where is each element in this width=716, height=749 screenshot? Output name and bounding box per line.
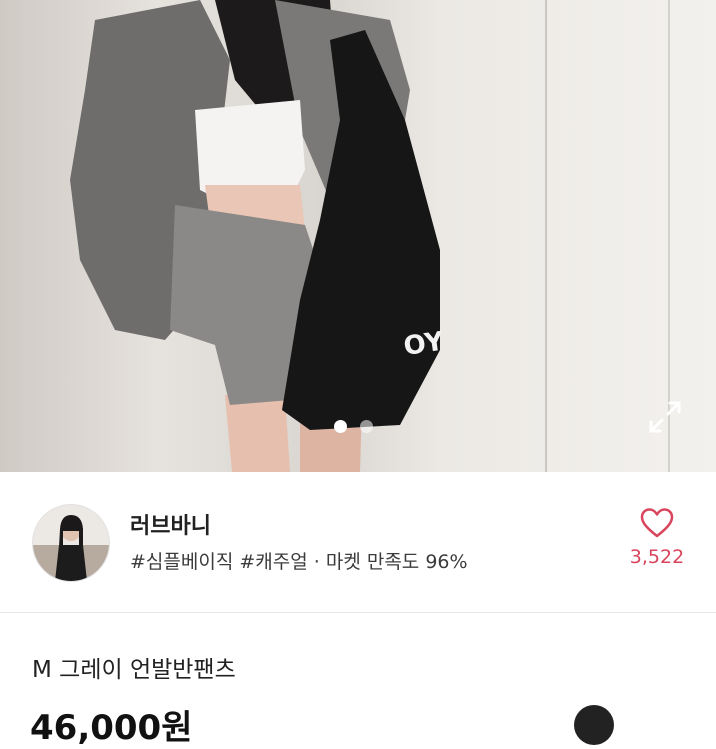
expand-icon bbox=[649, 401, 681, 433]
product-price: 46,000원 bbox=[30, 708, 193, 748]
svg-text:OY: OY bbox=[402, 326, 447, 361]
expand-button[interactable] bbox=[646, 398, 684, 436]
carousel-dot-active[interactable] bbox=[334, 420, 347, 433]
heart-outline-icon bbox=[640, 508, 674, 538]
like-button[interactable]: 3,522 bbox=[622, 508, 692, 568]
floating-action-button[interactable] bbox=[574, 705, 614, 745]
model-illustration: OY bbox=[70, 0, 447, 472]
avatar-image bbox=[33, 505, 109, 581]
like-count: 3,522 bbox=[629, 546, 685, 568]
seller-name[interactable]: 러브바니 bbox=[130, 508, 211, 540]
product-photo[interactable]: OY bbox=[0, 0, 716, 472]
seller-avatar[interactable] bbox=[32, 504, 110, 582]
carousel-dot[interactable] bbox=[360, 420, 373, 433]
product-title: M 그레이 언발반팬츠 bbox=[32, 657, 236, 683]
seller-tags-satisfaction: #심플베이직 #캐주얼 · 마켓 만족도 96% bbox=[130, 551, 468, 573]
seller-section: 러브바니 #심플베이직 #캐주얼 · 마켓 만족도 96% 3,522 bbox=[0, 472, 716, 613]
carousel-indicator bbox=[334, 420, 373, 433]
